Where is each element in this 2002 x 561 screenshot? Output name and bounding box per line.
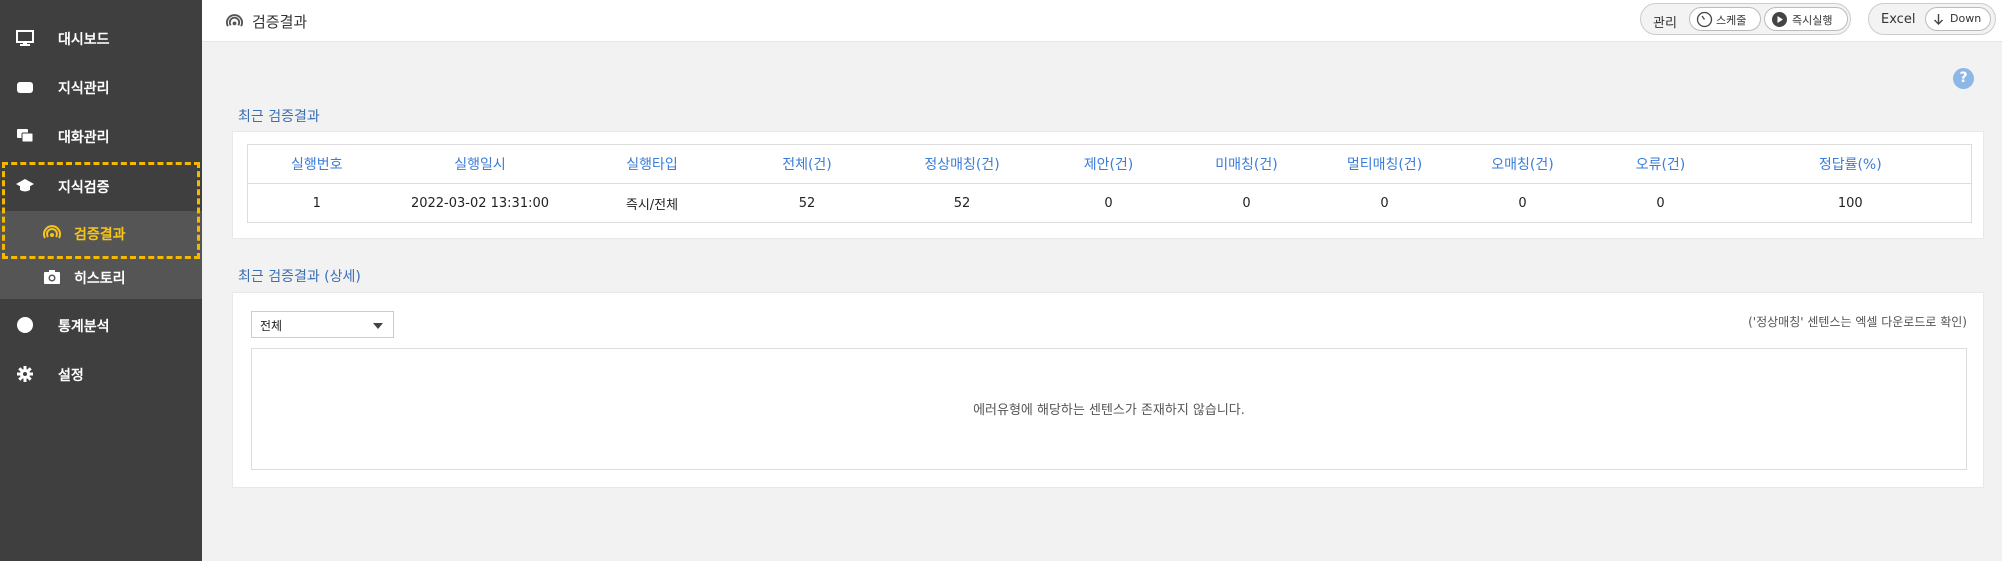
excel-label: Excel <box>1881 12 1916 27</box>
graduation-cap-icon <box>16 179 34 192</box>
sidebar-item-label: 지식검증 <box>58 180 110 196</box>
sidebar-subitem-label: 히스토리 <box>74 271 126 287</box>
manage-label: 관리 <box>1653 16 1677 31</box>
chevron-down-icon <box>373 323 383 329</box>
column-header: 멀티매칭(건) <box>1315 144 1454 184</box>
sidebar-item-label: 지식관리 <box>58 81 110 97</box>
sidebar-item-verification[interactable]: 지식검증 <box>0 162 202 210</box>
error-type-select[interactable]: 전체 <box>251 311 394 338</box>
column-header: 미매칭(건) <box>1177 144 1316 184</box>
excel-group: Excel Down <box>1868 3 1996 35</box>
table-cell: 0 <box>1380 195 1389 211</box>
schedule-label: 스케줄 <box>1716 14 1747 27</box>
pie-chart-icon <box>17 316 34 333</box>
table-cell: 0 <box>1242 195 1251 211</box>
column-header: 정상매칭(건) <box>884 144 1040 184</box>
sidebar-item-label: 통계분석 <box>58 319 110 335</box>
summary-table: 실행번호 실행일시 실행타입 전체(건) 정상매칭(건) 제안(건) 미매칭(건… <box>247 144 1972 223</box>
manage-group: 관리 스케줄 즉시실행 <box>1640 3 1851 35</box>
table-cell: 2022-03-02 13:31:00 <box>410 195 550 211</box>
sidebar-item-dashboard[interactable]: 대시보드 <box>0 14 202 62</box>
column-header: 실행일시 <box>385 144 575 184</box>
page-title: 검증결과 <box>252 13 308 31</box>
help-button[interactable]: ? <box>1953 68 1974 89</box>
table-cell: 52 <box>798 195 816 211</box>
chat-icon <box>17 129 34 143</box>
sidebar-subitem-results[interactable]: 검증결과 <box>0 211 202 255</box>
table-cell: 0 <box>1656 195 1665 211</box>
download-label: Down <box>1950 12 1982 25</box>
summary-card: 실행번호 실행일시 실행타입 전체(건) 정상매칭(건) 제안(건) 미매칭(건… <box>232 131 1984 239</box>
column-header: 전체(건) <box>729 144 885 184</box>
table-cell: 즉시/전체 <box>625 197 679 213</box>
column-header: 실행번호 <box>247 144 386 184</box>
sidebar-item-knowledge[interactable]: 지식관리 <box>0 63 202 111</box>
sidebar-item-label: 대시보드 <box>58 32 110 48</box>
table-cell: 1 <box>312 195 321 211</box>
detail-title: 최근 검증결과 (상세) <box>238 269 361 285</box>
timer-icon <box>1696 11 1713 28</box>
sidebar: 대시보드 지식관리 대화관리 지식검증 검증결과 히스토리 통계분석 설정 <box>0 0 202 561</box>
result-list: 에러유형에 해당하는 센텐스가 존재하지 않습니다. <box>251 348 1967 470</box>
schedule-button[interactable]: 스케줄 <box>1689 7 1761 31</box>
sidebar-item-conversation[interactable]: 대화관리 <box>0 112 202 160</box>
table-cell: 0 <box>1104 195 1113 211</box>
column-header: 실행타입 <box>574 144 730 184</box>
folder-icon <box>17 82 33 93</box>
signal-icon <box>43 225 61 239</box>
column-header: 제안(건) <box>1039 144 1178 184</box>
camera-icon <box>44 270 60 284</box>
download-button[interactable]: Down <box>1925 7 1991 31</box>
sidebar-item-settings[interactable]: 설정 <box>0 350 202 398</box>
summary-title: 최근 검증결과 <box>238 109 320 125</box>
column-header: 오매칭(건) <box>1453 144 1592 184</box>
arrow-down-icon <box>1934 14 1943 25</box>
gear-icon <box>17 366 33 382</box>
sidebar-subitem-history[interactable]: 히스토리 <box>0 255 202 299</box>
detail-card: 전체 ('정상매칭' 센텐스는 엑셀 다운로드로 확인) 에러유형에 해당하는 … <box>232 292 1984 488</box>
table-cell: 0 <box>1518 195 1527 211</box>
monitor-icon <box>16 30 34 46</box>
column-header: 정답률(%) <box>1729 144 1972 184</box>
play-icon <box>1772 12 1787 27</box>
sidebar-item-label: 설정 <box>58 368 84 384</box>
table-row: 1 2022-03-02 13:31:00 즉시/전체 52 52 0 0 0 … <box>248 184 1972 223</box>
sidebar-item-statistics[interactable]: 통계분석 <box>0 301 202 349</box>
empty-message: 에러유형에 해당하는 센텐스가 존재하지 않습니다. <box>973 403 1245 418</box>
run-now-label: 즉시실행 <box>1792 14 1833 27</box>
sidebar-item-label: 대화관리 <box>58 130 110 146</box>
sidebar-subitem-label: 검증결과 <box>74 227 126 243</box>
column-header: 오류(건) <box>1591 144 1730 184</box>
signal-icon <box>226 14 243 27</box>
table-cell: 52 <box>953 195 971 211</box>
run-now-button[interactable]: 즉시실행 <box>1764 7 1848 31</box>
table-cell: 100 <box>1837 195 1863 211</box>
top-bar: 검증결과 관리 스케줄 즉시실행 Excel Down <box>202 0 2002 42</box>
download-note: ('정상매칭' 센텐스는 엑셀 다운로드로 확인) <box>1748 315 1967 329</box>
table-header-row: 실행번호 실행일시 실행타입 전체(건) 정상매칭(건) 제안(건) 미매칭(건… <box>247 144 1972 184</box>
select-value: 전체 <box>260 319 283 333</box>
